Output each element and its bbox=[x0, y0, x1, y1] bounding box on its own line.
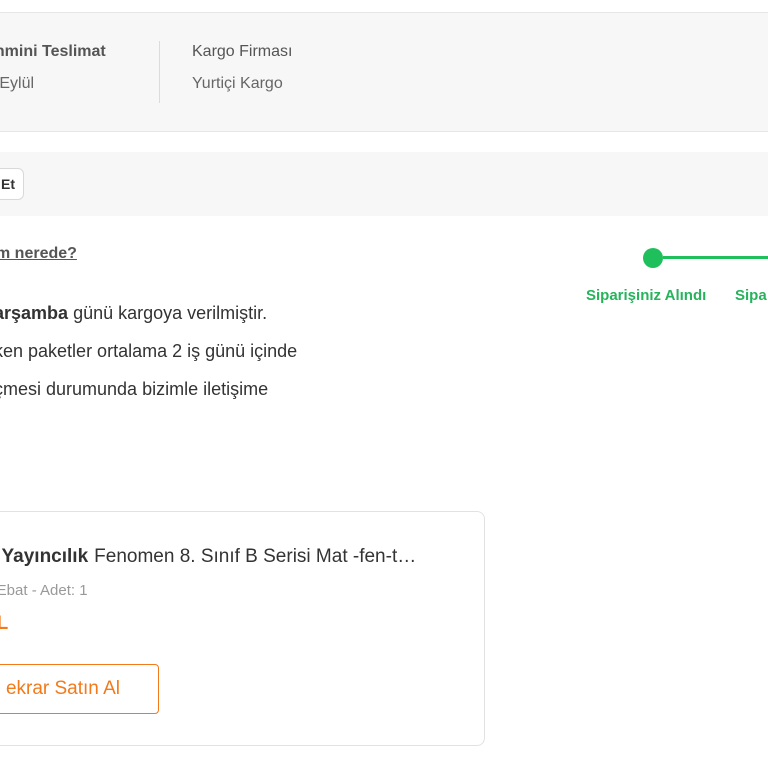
cargo-company-value: Yurtiçi Kargo bbox=[192, 75, 283, 92]
shipment-message-line3: çmesi durumunda bizimle iletişime bbox=[0, 379, 269, 399]
product-brand: n Yayıncılık bbox=[0, 546, 89, 567]
tracker-progress-line bbox=[663, 256, 768, 259]
product-card: n YayıncılıkFenomen 8. Sınıf B Serisi Ma… bbox=[0, 511, 485, 746]
shipment-message-line2: ken paketler ortalama 2 iş günü içinde bbox=[0, 341, 298, 361]
tracker-step-next: Sipa bbox=[735, 287, 767, 304]
shipment-day: arşamba bbox=[0, 303, 69, 323]
estimated-delivery-value: 6 Eylül bbox=[0, 75, 35, 92]
product-name: Fenomen 8. Sınıf B Serisi Mat -fen-t… bbox=[94, 546, 417, 567]
tracker-step-order-received: Siparişiniz Alındı bbox=[586, 287, 707, 304]
shipment-message-line1-text: günü kargoya verilmiştir. bbox=[68, 303, 268, 323]
product-title[interactable]: n YayıncılıkFenomen 8. Sınıf B Serisi Ma… bbox=[0, 546, 416, 568]
buy-again-button[interactable]: ekrar Satın Al bbox=[0, 664, 159, 714]
where-is-my-package-link[interactable]: m nerede? bbox=[0, 245, 77, 263]
tracker-step-dot bbox=[643, 248, 663, 268]
rate-button[interactable]: Et bbox=[0, 168, 24, 200]
estimated-delivery-label: ahmini Teslimat bbox=[0, 43, 106, 60]
shipment-message: arşamba günü kargoya verilmiştir. ken pa… bbox=[0, 294, 297, 408]
estimated-delivery: ahmini Teslimat 6 Eylül bbox=[0, 43, 106, 93]
info-divider bbox=[159, 41, 160, 103]
product-meta: k Ebat - Adet: 1 bbox=[0, 582, 88, 599]
cargo-company-label: Kargo Firması bbox=[192, 43, 293, 60]
shipment-message-line1: arşamba günü kargoya verilmiştir. bbox=[0, 294, 297, 332]
product-price: TL bbox=[0, 613, 9, 634]
delivery-info-band: ahmini Teslimat 6 Eylül Kargo Firması Yu… bbox=[0, 12, 768, 132]
order-action-band: Et bbox=[0, 152, 768, 216]
cargo-company: Kargo Firması Yurtiçi Kargo bbox=[192, 43, 292, 93]
